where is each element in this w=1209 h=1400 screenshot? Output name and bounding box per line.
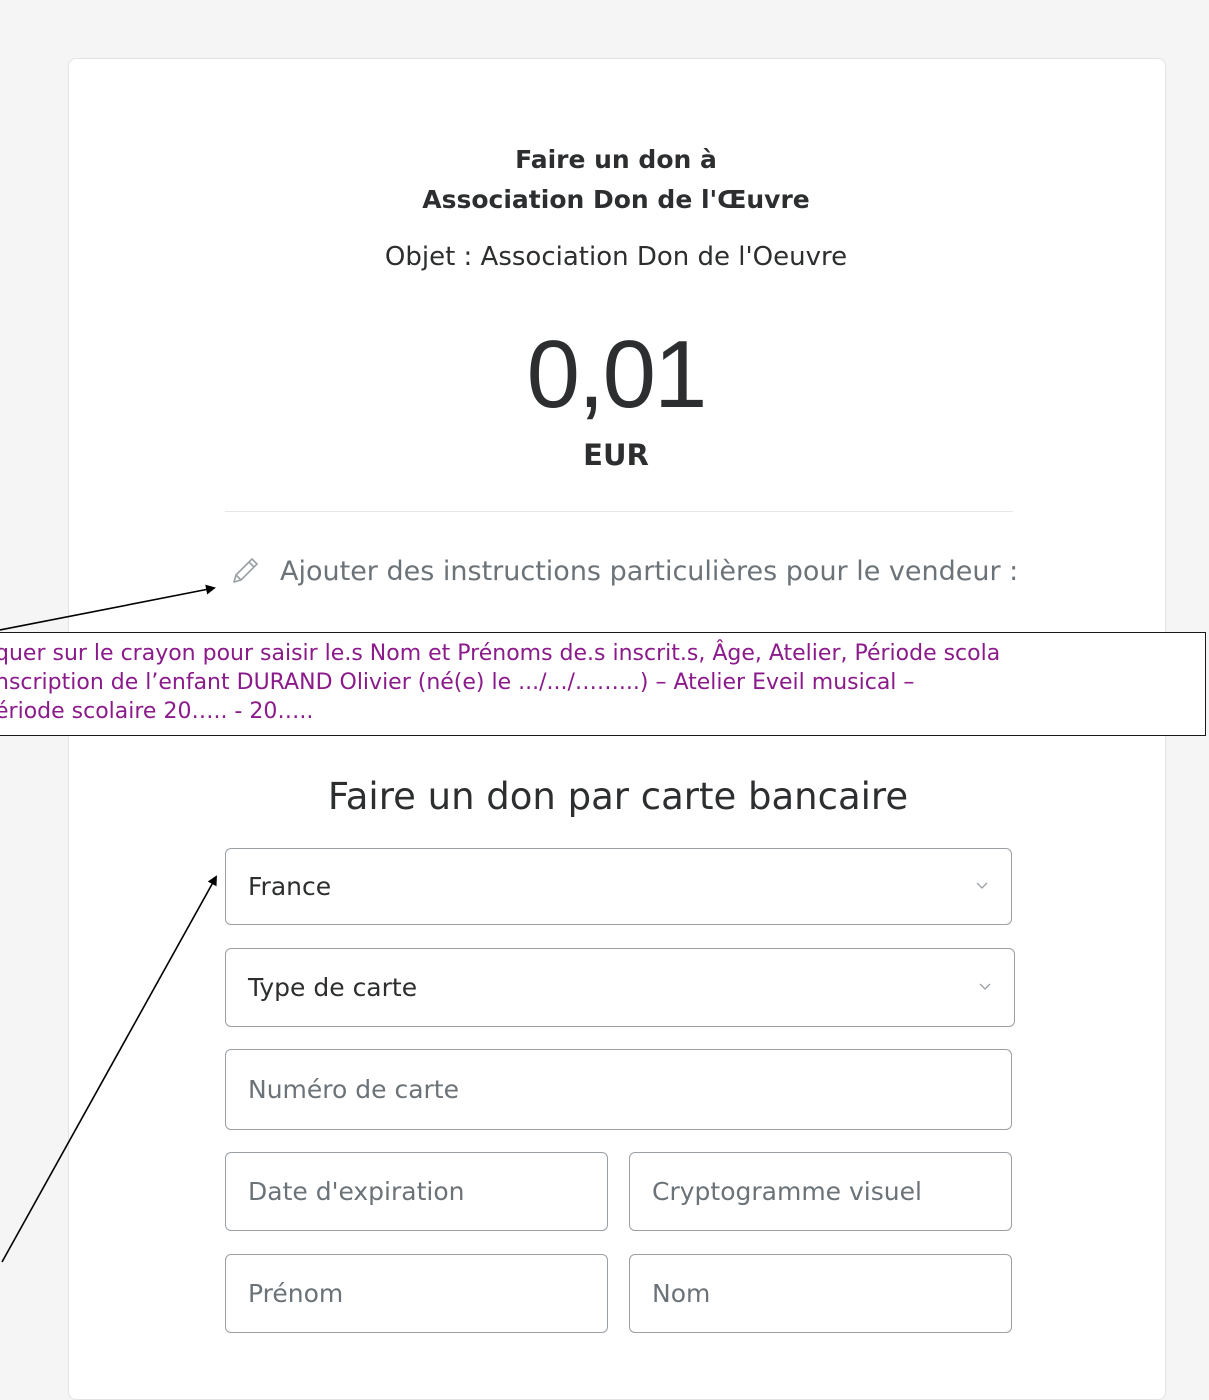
annotation-line-2: nscription de l’enfant DURAND Olivier (n… [0,670,915,695]
card-type-select[interactable]: Type de carte [225,948,1015,1027]
expiration-placeholder: Date d'expiration [248,1177,465,1206]
first-name-input[interactable]: Prénom [225,1254,608,1333]
cvv-placeholder: Cryptogramme visuel [652,1177,922,1206]
cvv-input[interactable]: Cryptogramme visuel [629,1152,1012,1231]
chevron-down-icon [979,983,991,990]
annotation-line-3: ériode scolaire 20….. - 20….. [0,699,314,724]
add-instructions-link[interactable]: Ajouter des instructions particulières p… [228,551,1018,591]
card-type-label: Type de carte [248,973,418,1002]
card-number-input[interactable]: Numéro de carte [225,1049,1012,1130]
divider [225,511,1013,512]
donation-title-line1: Faire un don à [515,145,717,174]
donation-subject: Objet : Association Don de l'Oeuvre [384,242,848,272]
chevron-down-icon [976,882,988,889]
form-title: Faire un don par carte bancaire [327,775,909,818]
annotation-line-1: quer sur le crayon pour saisir le.s Nom … [0,641,1001,666]
card-number-placeholder: Numéro de carte [248,1075,459,1104]
annotation-callout: quer sur le crayon pour saisir le.s Nom … [0,632,1206,736]
add-instructions-label: Ajouter des instructions particulières p… [280,555,1019,587]
country-select[interactable]: France [225,848,1012,925]
pencil-icon[interactable] [228,554,262,588]
expiration-date-input[interactable]: Date d'expiration [225,1152,608,1231]
donation-title-line2: Association Don de l'Œuvre [422,185,810,214]
last-name-placeholder: Nom [652,1279,711,1308]
donation-amount: 0,01 [526,321,708,428]
donation-currency: EUR [583,438,649,472]
first-name-placeholder: Prénom [248,1279,344,1308]
last-name-input[interactable]: Nom [629,1254,1012,1333]
country-value: France [248,872,332,901]
